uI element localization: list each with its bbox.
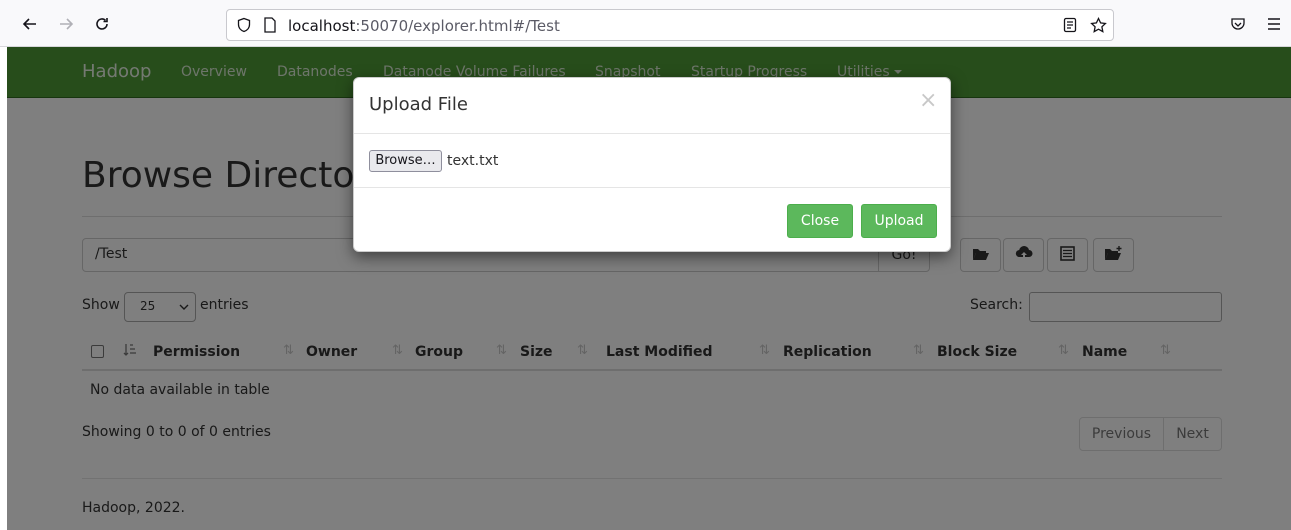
selected-file-name: text.txt bbox=[447, 153, 499, 169]
url-text: localhost:50070/explorer.html#/Test bbox=[288, 17, 560, 35]
address-bar[interactable]: localhost:50070/explorer.html#/Test bbox=[226, 9, 1114, 41]
browse-file-button[interactable]: Browse… bbox=[369, 150, 442, 172]
upload-file-dialog: Upload File × Browse… text.txt Close Upl… bbox=[353, 77, 951, 252]
reader-view-icon[interactable] bbox=[1061, 16, 1079, 34]
shield-icon[interactable] bbox=[235, 16, 253, 34]
forward-arrow-icon[interactable] bbox=[52, 10, 80, 38]
back-arrow-icon[interactable] bbox=[16, 10, 44, 38]
upload-button[interactable]: Upload bbox=[861, 204, 937, 238]
menu-icon[interactable] bbox=[1263, 13, 1285, 35]
pocket-icon[interactable] bbox=[1227, 13, 1249, 35]
modal-title: Upload File bbox=[369, 94, 468, 115]
bookmark-star-icon[interactable] bbox=[1089, 16, 1107, 34]
close-icon[interactable]: × bbox=[919, 90, 937, 112]
modal-header: Upload File × bbox=[354, 78, 950, 134]
browser-toolbar: localhost:50070/explorer.html#/Test bbox=[0, 0, 1291, 47]
reload-icon[interactable] bbox=[88, 10, 116, 38]
close-button[interactable]: Close bbox=[787, 204, 853, 238]
modal-body: Browse… text.txt bbox=[354, 135, 950, 188]
page-icon[interactable] bbox=[261, 16, 279, 34]
